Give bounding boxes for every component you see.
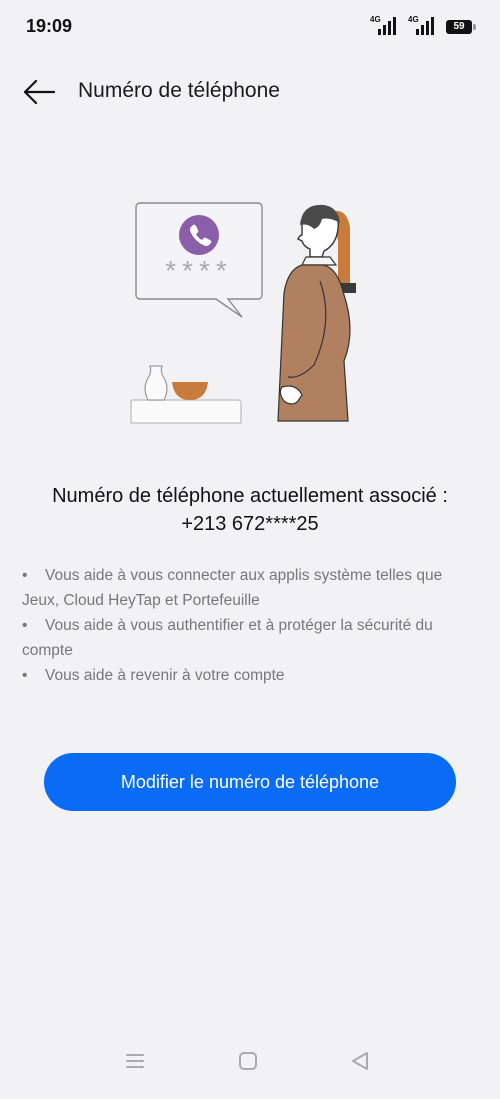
bullet-marker: •: [22, 667, 28, 684]
signal-icon-2: 4G: [408, 15, 434, 37]
square-home-icon: [239, 1052, 257, 1070]
list-item-text: Vous aide à vous connecter aux applis sy…: [22, 567, 443, 609]
list-item: • Vous aide à vous connecter aux applis s…: [22, 563, 482, 613]
home-button[interactable]: [230, 1047, 266, 1075]
status-bar: 19:09 4G 4G 59: [0, 0, 500, 54]
list-item: • Vous aide à vous authentifier et à prot…: [22, 613, 482, 663]
menu-icon: [126, 1054, 144, 1068]
bullet-marker: •: [22, 617, 28, 634]
header: Numéro de téléphone: [0, 64, 500, 120]
recents-button[interactable]: [117, 1047, 153, 1075]
benefits-list: • Vous aide à vous connecter aux applis s…: [22, 563, 482, 688]
list-item: • Vous aide à revenir à votre compte: [22, 663, 482, 688]
system-back-button[interactable]: [343, 1047, 379, 1075]
masked-code: ****: [165, 255, 233, 286]
bullet-marker: •: [22, 567, 28, 584]
list-item-text: Vous aide à vous authentifier et à proté…: [22, 617, 433, 659]
battery-icon: 59: [446, 20, 476, 34]
associated-number-heading: Numéro de téléphone actuellement associé…: [52, 485, 448, 507]
phone-illustration: ****: [120, 195, 380, 435]
status-time: 19:09: [26, 16, 73, 36]
screen: 19:09 4G 4G 59 Numéro de téléphone **** …: [0, 0, 500, 1099]
associated-phone-number: +213 672****25: [181, 513, 319, 535]
signal-icon: 4G: [370, 15, 396, 37]
triangle-back-icon: [352, 1052, 368, 1070]
list-item-text: Vous aide à revenir à votre compte: [45, 667, 285, 684]
back-button[interactable]: [20, 76, 60, 108]
status-icons: 4G 4G 59: [370, 15, 476, 37]
page-title: Numéro de téléphone: [78, 79, 280, 102]
modify-phone-number-button[interactable]: Modifier le numéro de téléphone: [44, 753, 456, 811]
navigation-bar: [0, 1029, 500, 1099]
associated-number-block: Numéro de téléphone actuellement associé…: [0, 482, 500, 538]
arrow-left-icon: [23, 79, 56, 105]
